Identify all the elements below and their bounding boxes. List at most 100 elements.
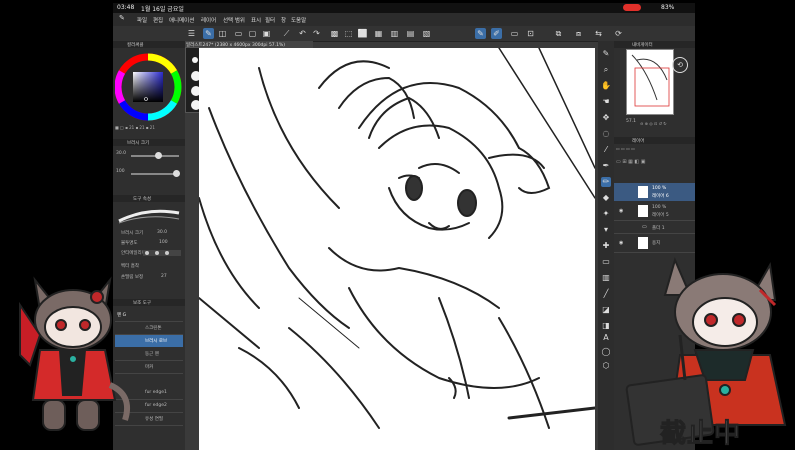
command-bar: ☰ ✎ ◫ ▭ ▢ ▣ ⟋ ↶ ↷ ▩ ⬚ ⬜ ▦ ▥ ▤ ▧ ✎ ✐ ▭ ⊡ … <box>113 26 695 42</box>
tool-palette: ✎ ⌕ ✋ ☚ ✥ ◌ ⁄ ✒ ✏ ◆ ✦ ▾ ✚ ▭ ▥ ╱ ◪ ◨ A ◯ … <box>598 41 614 450</box>
fill-icon[interactable]: ◫ <box>217 28 228 39</box>
menu-file[interactable]: 파일 <box>137 16 147 24</box>
ruler-icon[interactable]: ▧ <box>421 28 432 39</box>
hand-icon[interactable]: ✋ <box>601 81 611 91</box>
color-panel-header: 컬러써클 <box>113 41 185 48</box>
open-icon[interactable]: ▢ <box>247 28 258 39</box>
brush-size-label: 브러시 크기 <box>121 231 144 236</box>
navigator-header: 내비게이터 <box>614 41 695 48</box>
eye-icon[interactable]: ◉ <box>619 240 623 246</box>
ios-status-bar: 03:48 1월 16일 금요일 83% <box>113 3 695 13</box>
menu-view[interactable]: 표시 <box>251 16 261 24</box>
deselect-icon[interactable]: ▦ <box>373 28 384 39</box>
menu-animation[interactable]: 애니메이션 <box>169 16 194 24</box>
clear-icon[interactable]: ▩ <box>329 28 340 39</box>
pen-active-icon[interactable]: ✎ <box>475 28 486 39</box>
flip-icon[interactable]: ⇆ <box>593 28 604 39</box>
pen-tool-icon[interactable]: ✎ <box>203 28 214 39</box>
opacity-val[interactable]: 100 <box>159 240 168 245</box>
hand-icon[interactable]: ☚ <box>601 97 611 107</box>
rotate-icon[interactable]: ⟳ <box>613 28 624 39</box>
tool-property-header: 도구 속성 <box>113 195 185 202</box>
menu-selection[interactable]: 선택 범위 <box>223 16 245 24</box>
line-icon[interactable]: ╱ <box>601 289 611 299</box>
pencil-icon[interactable]: ✏ <box>601 177 611 187</box>
layer-thumbnail <box>638 186 648 198</box>
status-date: 1월 16일 금요일 <box>141 6 184 13</box>
navigator-zoom[interactable]: 57.1 <box>626 119 636 124</box>
clip-studio-window: 03:48 1월 16일 금요일 83% ✎ 파일 편집 애니메이션 레이어 선… <box>113 3 695 450</box>
brush-stroke-preview <box>118 209 180 224</box>
layer-row[interactable]: ◉ 100 % 레이어 5 <box>614 202 695 221</box>
blend-icon[interactable]: ✦ <box>601 209 611 219</box>
paste-icon[interactable]: ⧈ <box>573 28 584 39</box>
layer-header: 레이어 <box>614 137 695 144</box>
shape-icon[interactable]: ▭ <box>601 257 611 267</box>
text-icon[interactable]: A <box>601 333 611 343</box>
zoom-icon[interactable]: ⌕ <box>601 65 611 75</box>
correction-value[interactable]: 27 <box>161 274 167 279</box>
gradient-icon[interactable]: ✚ <box>601 241 611 251</box>
transform-icon[interactable]: ⬚ <box>343 28 354 39</box>
navigator-controls[interactable]: ⊖ ⊕ ◎ ⊡ ↺ ↻ <box>640 121 690 126</box>
menu-layer[interactable]: 레이어 <box>201 16 216 24</box>
brush-size-value[interactable]: 30.0 <box>157 230 167 235</box>
correct-line-icon[interactable]: ⬡ <box>601 361 611 371</box>
layer-folder-row[interactable]: ▭ 폴더 1 <box>614 221 695 234</box>
color-wheel[interactable] <box>115 51 183 123</box>
layer-thumbnail <box>638 205 648 217</box>
eye-icon[interactable]: ◉ <box>619 208 623 214</box>
menu-window[interactable]: 창 <box>281 16 286 24</box>
redo-icon[interactable]: ↷ <box>311 28 322 39</box>
size-value: 30.0 <box>116 151 127 156</box>
opacity-label: 불투명도 <box>121 241 138 246</box>
eraser-icon[interactable]: ◆ <box>601 193 611 203</box>
status-time: 03:48 <box>117 4 135 11</box>
select-all-icon[interactable]: ⬜ <box>357 28 368 39</box>
menu-edit[interactable]: 편집 <box>153 16 163 24</box>
menu-filter[interactable]: 필터 <box>265 16 275 24</box>
brush-size-header: 브러시 크기 <box>113 139 185 146</box>
opacity-slider[interactable] <box>131 170 180 177</box>
ruler-icon[interactable]: ◪ <box>601 305 611 315</box>
drawing-canvas[interactable] <box>199 48 595 450</box>
menu-bar: ✎ 파일 편집 애니메이션 레이어 선택 범위 표시 필터 창 도움말 <box>113 13 695 26</box>
panel-icon[interactable]: ◨ <box>601 321 611 331</box>
fill-icon[interactable]: ▾ <box>601 225 611 235</box>
brush-active-icon[interactable]: ✐ <box>491 28 502 39</box>
eyedropper-icon[interactable]: ⁄ <box>601 145 611 155</box>
move-icon[interactable]: ✥ <box>601 113 611 123</box>
frame-icon[interactable]: ▥ <box>601 273 611 283</box>
snap-icon[interactable]: ⊡ <box>525 28 536 39</box>
layer-thumbnail <box>638 237 648 249</box>
layer-toolbar[interactable]: ▭ ⊞ ▦ ◧ ▣ <box>616 159 693 167</box>
size-dot[interactable] <box>192 57 198 63</box>
stroke-icon[interactable]: ⟋ <box>281 28 292 39</box>
save-icon[interactable]: ▣ <box>261 28 272 39</box>
copy-icon[interactable]: ⧉ <box>553 28 564 39</box>
grid-icon[interactable]: ▤ <box>405 28 416 39</box>
undo-icon[interactable]: ↶ <box>297 28 308 39</box>
brush-icon[interactable]: ✒ <box>601 161 611 171</box>
app-logo-icon[interactable]: ✎ <box>119 14 125 22</box>
menu-help[interactable]: 도움말 <box>291 16 306 24</box>
navigator-preview[interactable] <box>626 49 674 115</box>
pen-icon[interactable]: ✎ <box>601 49 611 59</box>
size-slider[interactable] <box>131 152 179 159</box>
tool-icon[interactable]: ▭ <box>509 28 520 39</box>
balloon-icon[interactable]: ◯ <box>601 347 611 357</box>
lineart-drawing <box>199 48 595 429</box>
folder-icon: ▭ <box>642 224 647 230</box>
layer-row-selected[interactable]: 100 % 레이어 6 <box>614 183 695 201</box>
opacity-value: 100 <box>116 169 125 174</box>
rotate-dial-icon[interactable]: ⟲ <box>672 57 688 73</box>
invert-icon[interactable]: ▥ <box>389 28 400 39</box>
color-values-row: ■ □ ▪ 21 ▪ 21 ▪ 21 <box>115 125 155 130</box>
new-icon[interactable]: ▭ <box>233 28 244 39</box>
lasso-icon[interactable]: ◌ <box>601 129 611 139</box>
left-mascot-sticker <box>19 276 131 431</box>
menu-icon[interactable]: ☰ <box>186 28 197 39</box>
layer-blend-row[interactable]: ▭ ▭ ▭ ▭ <box>616 146 693 154</box>
stabilize-label: 벡터 흡착 <box>121 264 139 269</box>
antialias-selector[interactable] <box>143 250 181 256</box>
